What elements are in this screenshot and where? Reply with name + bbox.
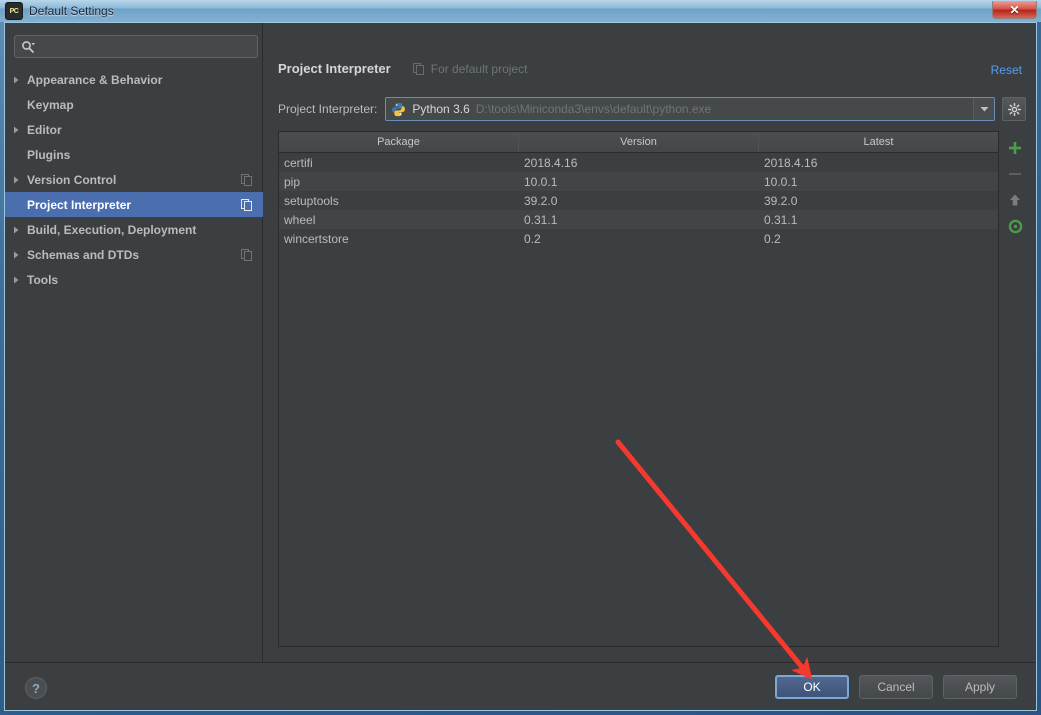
table-body: certifi 2018.4.16 2018.4.16 pip 10.0.1 1… — [279, 153, 998, 248]
column-header-version[interactable]: Version — [519, 132, 759, 152]
cell-latest: 39.2.0 — [764, 193, 798, 208]
settings-tree: Appearance & Behavior Keymap Editor Plug… — [5, 67, 263, 292]
table-row[interactable]: pip 10.0.1 10.0.1 — [279, 172, 998, 191]
dialog-content: Appearance & Behavior Keymap Editor Plug… — [5, 23, 1036, 662]
packages-table: Package Version Latest certifi 2018.4.16… — [278, 131, 999, 647]
cell-latest: 10.0.1 — [764, 174, 798, 189]
sidebar-item-project-interpreter[interactable]: Project Interpreter — [5, 192, 263, 217]
page-title: Project Interpreter — [278, 61, 391, 76]
settings-sidebar: Appearance & Behavior Keymap Editor Plug… — [5, 23, 263, 662]
dialog-footer: ? OK Cancel Apply — [5, 662, 1036, 710]
sidebar-item-plugins[interactable]: Plugins — [5, 142, 263, 167]
chevron-right-icon — [5, 176, 27, 184]
search-box[interactable] — [14, 35, 258, 58]
table-row[interactable]: certifi 2018.4.16 2018.4.16 — [279, 153, 998, 172]
cell-version: 2018.4.16 — [524, 155, 578, 170]
help-icon[interactable]: ? — [25, 677, 47, 699]
cell-version: 10.0.1 — [524, 174, 558, 189]
ok-button[interactable]: OK — [775, 675, 849, 699]
sidebar-item-label: Editor — [27, 122, 62, 137]
column-header-package[interactable]: Package — [279, 132, 519, 152]
sidebar-item-editor[interactable]: Editor — [5, 117, 263, 142]
sidebar-item-label: Version Control — [27, 172, 117, 187]
table-header-row: Package Version Latest — [279, 132, 998, 153]
packages-toolbar — [1001, 131, 1029, 647]
sidebar-item-keymap[interactable]: Keymap — [5, 92, 263, 117]
chevron-down-icon[interactable] — [973, 98, 994, 120]
settings-window: Default Settings ✕ — [0, 0, 1041, 715]
sidebar-item-label: Appearance & Behavior — [27, 72, 163, 87]
cell-latest: 0.2 — [764, 231, 781, 246]
cell-latest: 0.31.1 — [764, 212, 798, 227]
upgrade-package-button[interactable] — [1004, 189, 1026, 211]
gear-icon[interactable] — [1002, 97, 1026, 121]
sidebar-item-version-control[interactable]: Version Control — [5, 167, 263, 192]
search-icon — [21, 40, 35, 54]
project-interpreter-panel: Project Interpreter For default project — [264, 23, 1036, 662]
cell-latest: 2018.4.16 — [764, 155, 818, 170]
settings-dialog: Appearance & Behavior Keymap Editor Plug… — [4, 22, 1037, 711]
scope-indicator: For default project — [412, 61, 528, 76]
add-package-button[interactable] — [1004, 137, 1026, 159]
pycharm-logo-icon — [6, 3, 22, 19]
sidebar-item-label: Plugins — [27, 147, 71, 162]
copy-to-project-icon — [241, 198, 253, 211]
dialog-buttons: OK Cancel Apply — [775, 675, 1017, 699]
desktop-background: Default Settings ✕ — [0, 0, 1041, 715]
scope-label: For default project — [430, 61, 528, 76]
chevron-right-icon — [5, 276, 27, 284]
cell-package: setuptools — [284, 193, 339, 208]
search-input[interactable] — [35, 36, 257, 57]
interpreter-label: Project Interpreter: — [278, 102, 378, 116]
remove-package-button[interactable] — [1004, 163, 1026, 185]
reset-link[interactable]: Reset — [991, 63, 1022, 77]
python-logo-icon — [391, 102, 406, 117]
interpreter-path: D:\tools\Miniconda3\envs\default\python.… — [475, 102, 712, 116]
cell-version: 39.2.0 — [524, 193, 558, 208]
column-header-latest[interactable]: Latest — [759, 132, 998, 152]
copy-to-project-icon — [241, 248, 253, 261]
cancel-button[interactable]: Cancel — [859, 675, 933, 699]
window-title: Default Settings — [29, 4, 114, 18]
cell-package: certifi — [284, 155, 313, 170]
window-titlebar: Default Settings ✕ — [0, 0, 1041, 22]
sidebar-item-label: Build, Execution, Deployment — [27, 222, 197, 237]
sidebar-item-tools[interactable]: Tools — [5, 267, 263, 292]
cell-package: pip — [284, 174, 301, 189]
chevron-right-icon — [5, 126, 27, 134]
table-row[interactable]: wincertstore 0.2 0.2 — [279, 229, 998, 248]
copy-to-project-icon — [412, 62, 425, 75]
cell-version: 0.2 — [524, 231, 541, 246]
show-early-releases-button[interactable] — [1004, 215, 1026, 237]
chevron-right-icon — [5, 226, 27, 234]
panel-header: Project Interpreter For default project — [278, 61, 527, 76]
interpreter-name: Python 3.6 — [412, 102, 470, 116]
chevron-right-icon — [5, 76, 27, 84]
cell-version: 0.31.1 — [524, 212, 558, 227]
table-row[interactable]: setuptools 39.2.0 39.2.0 — [279, 191, 998, 210]
cell-package: wheel — [284, 212, 316, 227]
sidebar-item-schemas-and-dtds[interactable]: Schemas and DTDs — [5, 242, 263, 267]
sidebar-item-label: Keymap — [27, 97, 74, 112]
sidebar-item-label: Tools — [27, 272, 59, 287]
sidebar-item-build-execution-deployment[interactable]: Build, Execution, Deployment — [5, 217, 263, 242]
copy-to-project-icon — [241, 173, 253, 186]
close-icon[interactable]: ✕ — [992, 1, 1037, 19]
sidebar-item-label: Project Interpreter — [27, 197, 132, 212]
sidebar-item-appearance-behavior[interactable]: Appearance & Behavior — [5, 67, 263, 92]
window-controls: ✕ — [992, 1, 1037, 19]
table-row[interactable]: wheel 0.31.1 0.31.1 — [279, 210, 998, 229]
chevron-right-icon — [5, 251, 27, 259]
sidebar-item-label: Schemas and DTDs — [27, 247, 140, 262]
apply-button[interactable]: Apply — [943, 675, 1017, 699]
cell-package: wincertstore — [284, 231, 349, 246]
interpreter-select[interactable]: Python 3.6 D:\tools\Miniconda3\envs\defa… — [385, 97, 995, 121]
interpreter-row: Project Interpreter: Python 3.6 D:\tools… — [278, 97, 1026, 121]
